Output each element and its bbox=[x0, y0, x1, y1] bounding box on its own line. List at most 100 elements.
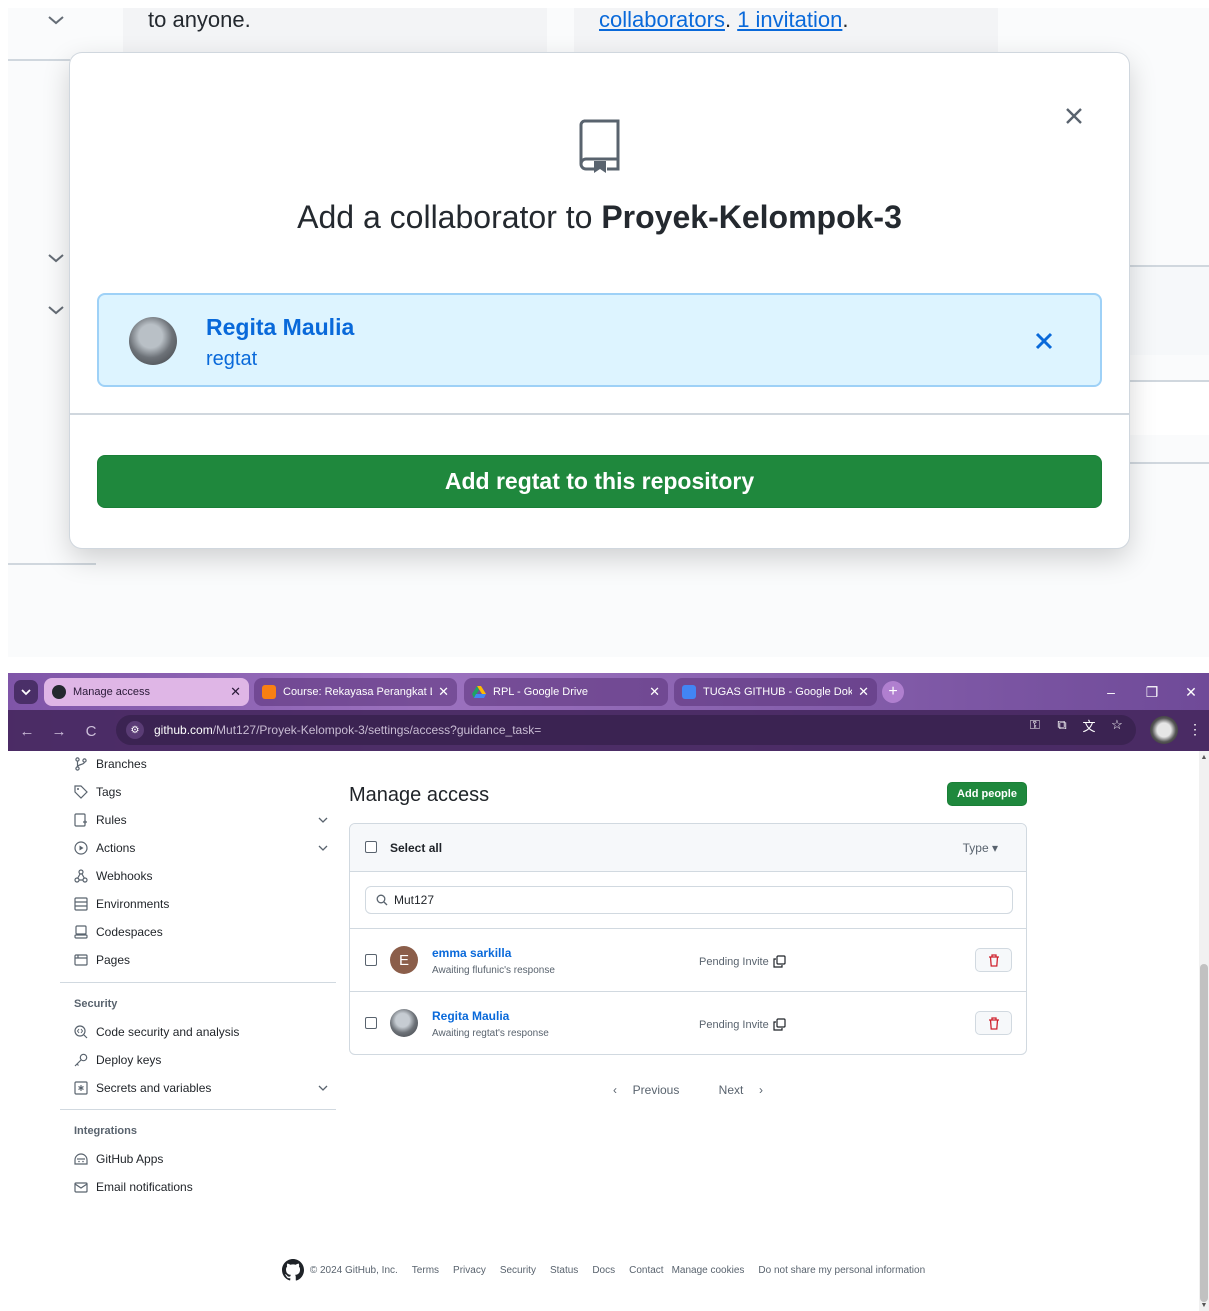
close-window-button[interactable]: ✕ bbox=[1173, 677, 1209, 707]
install-app-icon[interactable]: ⧉ bbox=[1053, 717, 1071, 733]
search-input[interactable]: Mut127 bbox=[365, 886, 1013, 914]
footer-link-do-not-share[interactable]: Do not share my personal information bbox=[758, 1265, 925, 1276]
search-value: Mut127 bbox=[394, 893, 435, 907]
close-dialog-button[interactable] bbox=[1059, 101, 1089, 131]
sidebar-item-label: Branches bbox=[96, 757, 147, 771]
sidebar-item-label: Rules bbox=[96, 813, 127, 827]
sidebar-item-label: Pages bbox=[96, 953, 131, 967]
tab-google-drive[interactable]: RPL - Google Drive ✕ bbox=[464, 678, 668, 706]
bg-panel bbox=[1129, 380, 1209, 435]
profile-avatar[interactable] bbox=[1150, 716, 1178, 744]
sidebar-item-label: Actions bbox=[96, 841, 136, 855]
sidebar-item-branches[interactable]: Branches bbox=[74, 753, 336, 775]
scrollbar-thumb[interactable] bbox=[1200, 964, 1208, 1302]
webhook-icon bbox=[74, 869, 88, 883]
close-tab-icon[interactable]: ✕ bbox=[230, 684, 241, 700]
footer-link-terms[interactable]: Terms bbox=[412, 1265, 439, 1276]
invitation-link[interactable]: 1 invitation bbox=[737, 7, 842, 32]
divider bbox=[60, 1109, 336, 1110]
close-icon bbox=[1035, 332, 1053, 350]
chevron-down-icon[interactable] bbox=[318, 815, 328, 825]
tab-manage-access[interactable]: Manage access ✕ bbox=[44, 678, 249, 706]
sidebar-item-webhooks[interactable]: Webhooks bbox=[74, 865, 336, 887]
bg-text-collaborators: collaborators. 1 invitation. bbox=[599, 7, 849, 33]
caret-down-icon: ▾ bbox=[991, 841, 998, 855]
select-all-label: Select all bbox=[390, 841, 443, 855]
sidebar-item-email-notifications[interactable]: Email notifications bbox=[74, 1176, 336, 1198]
footer-link-docs[interactable]: Docs bbox=[592, 1265, 615, 1276]
sidebar-item-label: GitHub Apps bbox=[96, 1152, 164, 1166]
remove-member-button[interactable] bbox=[975, 1011, 1012, 1035]
close-tab-icon[interactable]: ✕ bbox=[858, 684, 869, 700]
bg-separator: . bbox=[724, 7, 738, 32]
add-to-repository-button[interactable]: Add regtat to this repository bbox=[97, 455, 1102, 508]
chevron-down-icon bbox=[46, 248, 66, 268]
chevron-down-icon bbox=[21, 689, 31, 696]
member-name[interactable]: Regita Maulia bbox=[432, 1009, 509, 1023]
sidebar-item-code-security[interactable]: Code security and analysis bbox=[74, 1021, 336, 1043]
tab-course[interactable]: Course: Rekayasa Perangkat Lu ✕ bbox=[254, 678, 457, 706]
sidebar-item-github-apps[interactable]: GitHub Apps bbox=[74, 1148, 336, 1170]
copy-icon bbox=[773, 1018, 786, 1031]
reload-button[interactable]: C bbox=[80, 720, 102, 742]
select-all-checkbox[interactable] bbox=[365, 841, 377, 853]
footer-link-manage-cookies[interactable]: Manage cookies bbox=[672, 1265, 745, 1276]
bg-period: . bbox=[842, 7, 849, 32]
sidebar-item-label: Email notifications bbox=[96, 1180, 193, 1194]
type-filter-dropdown[interactable]: Type ▾ bbox=[963, 841, 998, 855]
footer-link-contact[interactable]: Contact bbox=[629, 1265, 663, 1276]
url-input[interactable]: ⚙ github.com/Mut127/Proyek-Kelompok-3/se… bbox=[116, 715, 1136, 745]
row-checkbox[interactable] bbox=[365, 954, 377, 966]
tab-search-button[interactable] bbox=[14, 680, 38, 704]
row-checkbox[interactable] bbox=[365, 1017, 377, 1029]
pending-invite-link[interactable]: Pending Invite bbox=[699, 1018, 786, 1031]
pending-invite-link[interactable]: Pending Invite bbox=[699, 955, 786, 968]
tab-label: Manage access bbox=[73, 686, 151, 698]
divider bbox=[8, 563, 96, 565]
sidebar-item-actions[interactable]: Actions bbox=[74, 837, 336, 859]
server-icon bbox=[74, 897, 88, 911]
member-name[interactable]: emma sarkilla bbox=[432, 946, 511, 960]
add-people-button[interactable]: Add people bbox=[947, 782, 1027, 806]
scroll-up-arrow-icon[interactable]: ▲ bbox=[1199, 754, 1209, 761]
new-tab-button[interactable]: + bbox=[882, 681, 904, 703]
remove-member-button[interactable] bbox=[975, 948, 1012, 972]
close-tab-icon[interactable]: ✕ bbox=[649, 684, 660, 700]
tab-google-docs[interactable]: TUGAS GITHUB - Google Doku ✕ bbox=[674, 678, 877, 706]
forward-button[interactable]: → bbox=[48, 720, 70, 742]
sidebar-item-rules[interactable]: Rules bbox=[74, 809, 336, 831]
collaborators-link[interactable]: collaborators bbox=[599, 7, 725, 32]
translate-icon[interactable]: 文 bbox=[1080, 717, 1098, 734]
restore-button[interactable]: ❐ bbox=[1134, 677, 1170, 707]
sidebar-item-label: Deploy keys bbox=[96, 1053, 162, 1067]
browser-menu-icon[interactable]: ⋮ bbox=[1188, 721, 1202, 738]
next-page-button[interactable]: Next › bbox=[710, 1083, 763, 1097]
chevron-down-icon[interactable] bbox=[318, 1083, 328, 1093]
scroll-down-arrow-icon[interactable]: ▼ bbox=[1199, 1302, 1209, 1309]
repo-icon bbox=[577, 117, 623, 173]
remove-collaborator-button[interactable] bbox=[1030, 327, 1058, 355]
play-icon bbox=[74, 841, 88, 855]
previous-page-button[interactable]: ‹ Previous bbox=[613, 1083, 688, 1097]
minimize-button[interactable]: – bbox=[1093, 677, 1129, 707]
footer-link-status[interactable]: Status bbox=[550, 1265, 578, 1276]
github-logo-icon[interactable] bbox=[281, 1259, 304, 1281]
sidebar-item-deploy-keys[interactable]: Deploy keys bbox=[74, 1049, 336, 1071]
footer-link-privacy[interactable]: Privacy bbox=[453, 1265, 486, 1276]
sidebar-item-codespaces[interactable]: Codespaces bbox=[74, 921, 336, 943]
password-key-icon[interactable]: ⚿ bbox=[1026, 717, 1044, 733]
avatar: E bbox=[390, 946, 418, 974]
bookmark-star-icon[interactable]: ☆ bbox=[1108, 717, 1126, 733]
sidebar-item-secrets[interactable]: Secrets and variables bbox=[74, 1077, 336, 1099]
next-label: Next bbox=[718, 1083, 744, 1097]
chevron-down-icon[interactable] bbox=[318, 843, 328, 853]
sidebar-item-tags[interactable]: Tags bbox=[74, 781, 336, 803]
footer-link-security[interactable]: Security bbox=[500, 1265, 536, 1276]
sidebar-item-pages[interactable]: Pages bbox=[74, 949, 336, 971]
close-tab-icon[interactable]: ✕ bbox=[438, 684, 449, 700]
site-info-icon[interactable]: ⚙ bbox=[126, 721, 144, 739]
page-scrollbar[interactable]: ▲ ▼ bbox=[1199, 751, 1209, 1311]
member-status-text: Awaiting flufunic's response bbox=[432, 965, 555, 976]
back-button[interactable]: ← bbox=[16, 720, 38, 742]
sidebar-item-environments[interactable]: Environments bbox=[74, 893, 336, 915]
